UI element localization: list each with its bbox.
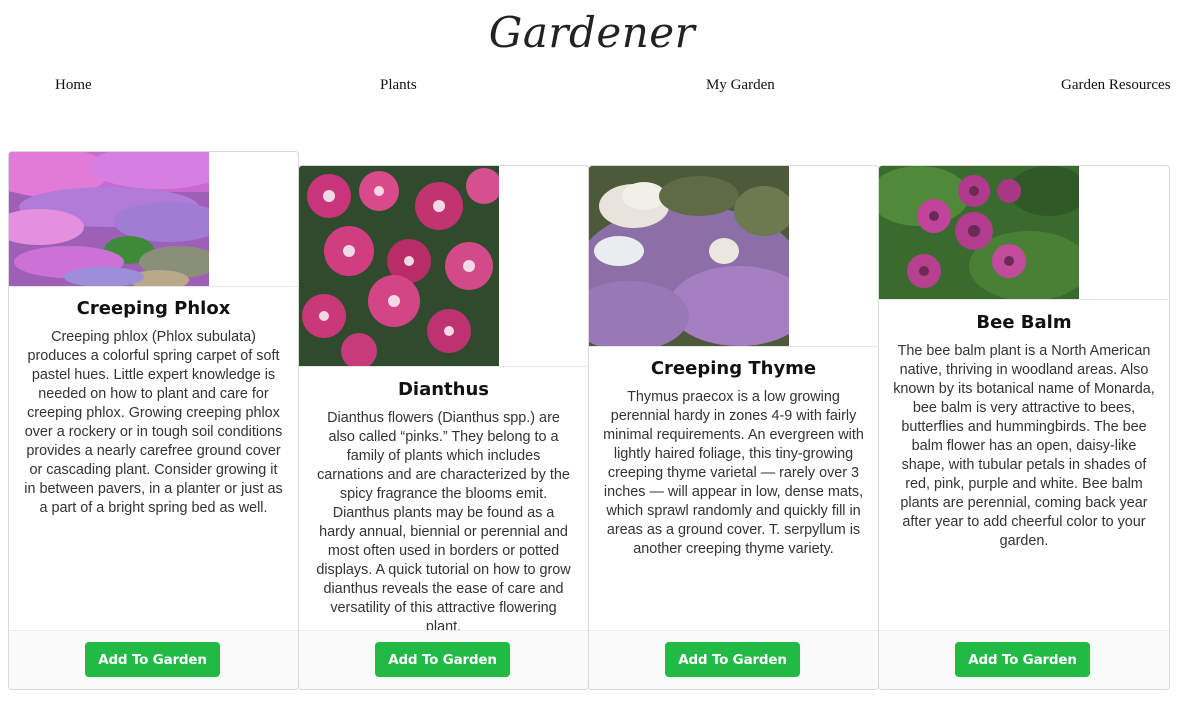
creeping-phlox-image <box>9 152 209 286</box>
nav-garden-resources-link[interactable]: Garden Resources <box>1061 77 1171 94</box>
add-to-garden-button[interactable]: Add To Garden <box>955 642 1090 677</box>
add-to-garden-button[interactable]: Add To Garden <box>85 642 220 677</box>
plant-card-title: Dianthus <box>397 379 490 400</box>
plant-card-creeping-phlox: Creeping Phlox Creeping phlox (Phlox sub… <box>8 151 299 690</box>
nav-my-garden-link[interactable]: My Garden <box>706 77 775 94</box>
nav-home-link[interactable]: Home <box>55 77 92 94</box>
nav-plants-link[interactable]: Plants <box>380 77 417 94</box>
plant-card-description: The bee balm plant is a North American n… <box>893 343 1155 549</box>
site-title: Gardener <box>488 8 696 57</box>
plant-card-title: Creeping Thyme <box>650 358 817 379</box>
plant-card-bee-balm: Bee Balm The bee balm plant is a North A… <box>878 165 1170 690</box>
plant-card-description: Dianthus flowers (Dianthus spp.) are als… <box>316 410 571 635</box>
plant-card-title: Creeping Phlox <box>76 298 231 319</box>
plant-card-dianthus: Dianthus Dianthus flowers (Dianthus spp.… <box>298 165 589 690</box>
creeping-thyme-image <box>589 166 789 346</box>
dianthus-image <box>299 166 499 366</box>
plant-card-title: Bee Balm <box>976 312 1072 333</box>
add-to-garden-button[interactable]: Add To Garden <box>665 642 800 677</box>
bee-balm-image <box>879 166 1079 299</box>
plant-card-description: Thymus praecox is a low growing perennia… <box>603 389 864 557</box>
plant-card-description: Creeping phlox (Phlox subulata) produces… <box>24 329 283 516</box>
plant-card-creeping-thyme: Creeping Thyme Thymus praecox is a low g… <box>588 165 879 690</box>
add-to-garden-button[interactable]: Add To Garden <box>375 642 510 677</box>
